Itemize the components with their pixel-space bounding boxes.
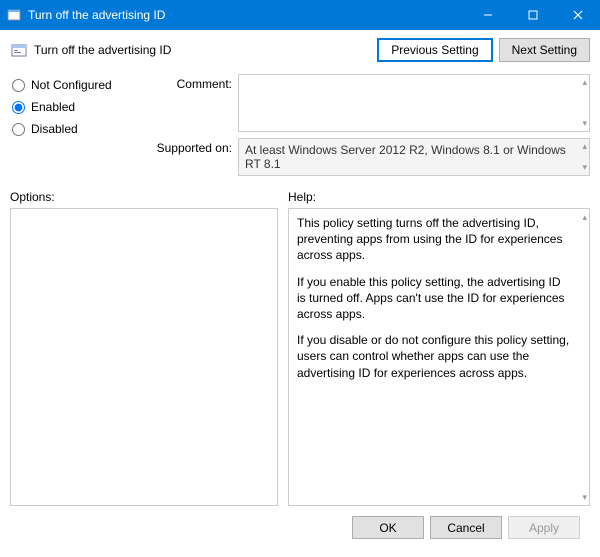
app-icon [6,7,22,23]
radio-disabled-input[interactable] [12,123,25,136]
radio-not-configured-label: Not Configured [31,78,112,92]
chevron-up-icon[interactable]: ▴ [582,77,587,88]
comment-input[interactable]: ▴ ▾ [238,74,590,132]
ok-button[interactable]: OK [352,516,424,539]
help-pane: This policy setting turns off the advert… [288,208,590,506]
options-pane [10,208,278,506]
chevron-down-icon[interactable]: ▾ [582,118,587,129]
supported-on-value: At least Windows Server 2012 R2, Windows… [238,138,590,176]
dialog-body: Turn off the advertising ID Previous Set… [0,30,600,547]
chevron-down-icon[interactable]: ▾ [582,491,587,503]
supported-on-label: Supported on: [150,138,238,176]
help-paragraph: If you disable or do not configure this … [297,332,571,381]
help-paragraph: This policy setting turns off the advert… [297,215,571,264]
help-label: Help: [288,190,590,204]
state-radio-group: Not Configured Enabled Disabled [10,74,150,144]
radio-not-configured[interactable]: Not Configured [10,78,150,92]
chevron-up-icon[interactable]: ▴ [582,211,587,223]
radio-enabled-label: Enabled [31,100,75,114]
chevron-up-icon[interactable]: ▴ [582,141,587,152]
help-paragraph: If you enable this policy setting, the a… [297,274,571,323]
setting-title: Turn off the advertising ID [34,43,171,57]
radio-disabled[interactable]: Disabled [10,122,150,136]
chevron-down-icon[interactable]: ▾ [582,162,587,173]
setting-icon [10,41,28,59]
radio-enabled-input[interactable] [12,101,25,114]
titlebar-title: Turn off the advertising ID [28,8,165,22]
titlebar: Turn off the advertising ID [0,0,600,30]
minimize-button[interactable] [465,0,510,30]
close-button[interactable] [555,0,600,30]
radio-enabled[interactable]: Enabled [10,100,150,114]
options-label: Options: [10,190,288,204]
cancel-button[interactable]: Cancel [430,516,502,539]
radio-not-configured-input[interactable] [12,79,25,92]
radio-disabled-label: Disabled [31,122,78,136]
previous-setting-button[interactable]: Previous Setting [377,38,492,62]
apply-button[interactable]: Apply [508,516,580,539]
next-setting-button[interactable]: Next Setting [499,38,590,62]
maximize-button[interactable] [510,0,555,30]
comment-label: Comment: [150,74,238,132]
dialog-footer: OK Cancel Apply [10,506,590,547]
